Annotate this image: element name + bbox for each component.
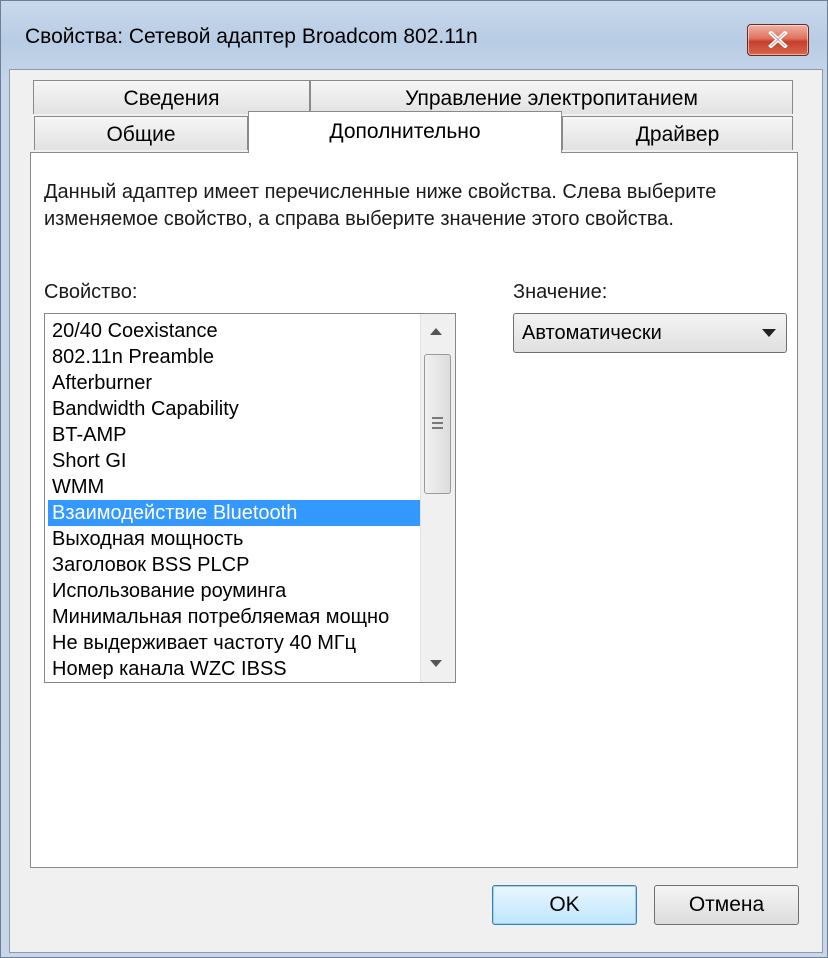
tab-advanced[interactable]: Дополнительно bbox=[248, 111, 562, 153]
tab-label: Драйвер bbox=[635, 123, 720, 146]
list-item[interactable]: Выходная мощность bbox=[48, 526, 422, 552]
close-button[interactable] bbox=[747, 24, 809, 56]
scroll-thumb[interactable] bbox=[424, 354, 451, 494]
list-item[interactable]: Bandwidth Capability bbox=[48, 396, 422, 422]
tab-label: Общие bbox=[106, 123, 176, 146]
tab-label: Сведения bbox=[123, 87, 220, 110]
value-dropdown[interactable]: Автоматически bbox=[513, 313, 787, 353]
cancel-button-label: Отмена bbox=[688, 893, 765, 916]
list-item-selected[interactable]: Взаимодействие Bluetooth bbox=[48, 500, 422, 526]
scroll-up-arrow-icon[interactable] bbox=[430, 328, 442, 335]
ok-button[interactable]: OK bbox=[492, 885, 637, 925]
list-item[interactable]: Номер канала WZC IBSS bbox=[48, 656, 422, 682]
window-title: Свойства: Сетевой адаптер Broadcom 802.1… bbox=[25, 25, 478, 48]
list-item[interactable]: Afterburner bbox=[48, 370, 422, 396]
tab-label: Управление электропитанием bbox=[405, 87, 698, 110]
close-icon bbox=[768, 31, 788, 48]
ok-button-label: OK bbox=[549, 893, 580, 916]
property-label: Свойство: bbox=[44, 281, 138, 303]
description-text: Данный адаптер имеет перечисленные ниже … bbox=[44, 181, 717, 230]
value-dropdown-text: Автоматически bbox=[522, 322, 662, 344]
list-item[interactable]: Заголовок BSS PLCP bbox=[48, 552, 422, 578]
list-item[interactable]: WMM bbox=[48, 474, 422, 500]
advanced-tab-panel: Данный адаптер имеет перечисленные ниже … bbox=[30, 152, 798, 868]
list-item[interactable]: Не выдерживает частоту 40 МГц bbox=[48, 630, 422, 656]
list-item[interactable]: Использование роуминга bbox=[48, 578, 422, 604]
cancel-button[interactable]: Отмена bbox=[654, 885, 799, 925]
list-item[interactable]: Минимальная потребляемая мощно bbox=[48, 604, 422, 630]
list-item[interactable]: Short GI bbox=[48, 448, 422, 474]
scroll-down-arrow-icon[interactable] bbox=[430, 660, 442, 667]
grip-icon bbox=[432, 417, 443, 429]
list-item[interactable]: 802.11n Preamble bbox=[48, 344, 422, 370]
tab-power-management[interactable]: Управление электропитанием bbox=[310, 80, 793, 114]
list-item[interactable]: 20/40 Coexistance bbox=[48, 318, 422, 344]
tab-details[interactable]: Сведения bbox=[33, 80, 310, 114]
tab-driver[interactable]: Драйвер bbox=[562, 116, 793, 150]
value-label: Значение: bbox=[513, 281, 608, 303]
list-item[interactable]: BT-AMP bbox=[48, 422, 422, 448]
tab-label: Дополнительно bbox=[329, 120, 481, 143]
property-listbox[interactable]: 20/40 Coexistance 802.11n Preamble After… bbox=[44, 313, 456, 683]
properties-window: Свойства: Сетевой адаптер Broadcom 802.1… bbox=[0, 0, 828, 958]
vertical-scrollbar[interactable] bbox=[420, 314, 455, 682]
chevron-down-icon bbox=[762, 329, 776, 337]
dialog-client-area: Сведения Управление электропитанием Общи… bbox=[9, 69, 823, 953]
tab-general[interactable]: Общие bbox=[34, 116, 248, 150]
